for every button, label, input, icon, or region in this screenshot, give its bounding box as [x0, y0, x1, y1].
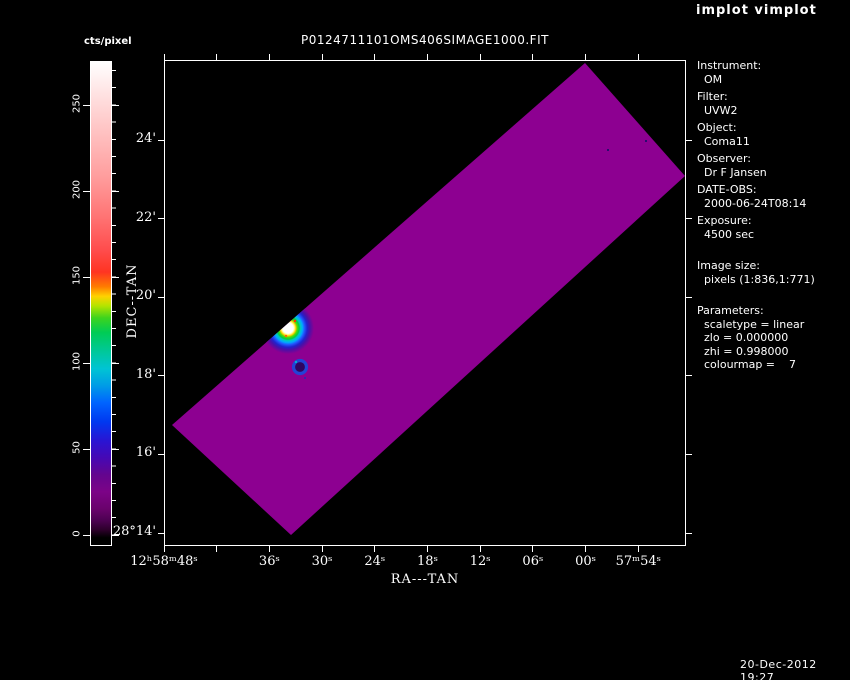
- colorbar-tick: [112, 104, 119, 106]
- y-tick: [686, 532, 692, 534]
- sky-image: [172, 63, 685, 535]
- colorbar-tick: [112, 448, 119, 450]
- x-tick: [321, 546, 323, 552]
- colorbar-tick-label: 50: [71, 441, 83, 454]
- colorbar-tick: [83, 362, 90, 364]
- noise-dot: [645, 140, 647, 142]
- y-axis-title: DEC--TAN: [125, 263, 140, 339]
- y-tick: [158, 139, 164, 141]
- x-tick: [163, 54, 165, 60]
- x-tick: [321, 54, 323, 60]
- noise-dot: [607, 149, 609, 151]
- colorbar-tick-label: 0: [71, 530, 83, 537]
- bright-source-halo: [262, 302, 314, 354]
- filter-label: Filter:: [697, 90, 728, 103]
- object-value: Coma11: [704, 134, 750, 148]
- colorbar-tick: [112, 190, 119, 192]
- exposure-value: 4500 sec: [704, 227, 755, 241]
- param-zlo: zlo = 0.000000: [704, 331, 789, 344]
- x-tick: [268, 54, 270, 60]
- y-tick-label: 22': [135, 209, 156, 225]
- y-tick-label: 24': [135, 131, 156, 146]
- param-zhi: zhi = 0.998000: [704, 344, 789, 358]
- x-tick: [479, 54, 481, 60]
- colorbar-tick-label: 200: [71, 179, 83, 200]
- source-speckle: [284, 334, 288, 338]
- x-tick: [163, 546, 165, 552]
- colorbar-tick-label: 250: [71, 93, 83, 114]
- info-panel: Instrument: OM Filter: UVW2 Object: Coma…: [697, 55, 849, 372]
- colorbar-tick: [83, 190, 90, 192]
- colorbar-unit-label: cts/pixel: [84, 36, 132, 47]
- x-tick: [374, 546, 376, 552]
- x-tick: [532, 546, 534, 552]
- x-tick: [374, 54, 376, 60]
- x-tick-label: 57ᵐ54ˢ: [615, 554, 662, 569]
- x-axis-title: RA---TAN: [390, 572, 460, 587]
- param-scaletype: scaletype = linear: [704, 317, 805, 331]
- x-tick: [637, 54, 639, 60]
- implot-window: implot vimplot P0124711101OMS406SIMAGE10…: [0, 0, 850, 680]
- y-tick: [158, 296, 164, 298]
- param-colourmap: colourmap = 7: [704, 358, 797, 371]
- instrument-value: OM: [704, 72, 723, 86]
- colorbar-tick-label: 100: [71, 351, 83, 372]
- filter-value: UVW2: [704, 103, 738, 117]
- instrument-label: Instrument:: [697, 59, 762, 72]
- colorbar-tick: [112, 276, 119, 278]
- colorbar-tick: [83, 276, 90, 278]
- y-tick: [158, 375, 164, 377]
- y-tick: [686, 453, 692, 455]
- colorbar-tick: [83, 104, 90, 106]
- app-title: implot vimplot: [696, 3, 817, 18]
- x-tick: [585, 54, 587, 60]
- exposure-label: Exposure:: [697, 214, 752, 227]
- image-footprint-band: [172, 63, 685, 535]
- x-tick: [585, 546, 587, 552]
- observer-value: Dr F Jansen: [704, 165, 767, 179]
- y-tick: [686, 218, 692, 220]
- y-tick: [158, 453, 164, 455]
- colorbar-tick: [83, 448, 90, 450]
- plot-area[interactable]: [164, 60, 686, 546]
- date-obs-label: DATE-OBS:: [697, 183, 757, 196]
- parameters-label: Parameters:: [697, 304, 764, 317]
- colorbar-tick: [112, 534, 119, 536]
- x-tick: [268, 546, 270, 552]
- colorbar-tick: [83, 534, 90, 536]
- colorbar-tick-label: 150: [71, 265, 83, 286]
- colorbar-tick: [112, 362, 119, 364]
- noise-dot: [304, 377, 306, 379]
- y-tick: [686, 375, 692, 377]
- date-obs-value: 2000-06-24T08:14: [704, 196, 807, 210]
- x-tick: [427, 54, 428, 60]
- y-tick: [686, 139, 692, 141]
- x-tick: [532, 54, 534, 60]
- image-size-value: pixels (1:836,1:771): [704, 272, 815, 286]
- x-tick: [637, 546, 639, 552]
- object-label: Object:: [697, 121, 737, 134]
- x-tick: [427, 546, 428, 552]
- timestamp: 20-Dec-2012 19:27: [740, 658, 817, 680]
- image-size-label: Image size:: [697, 259, 760, 272]
- source-speckle: [293, 319, 297, 323]
- x-tick: [216, 546, 218, 552]
- x-tick: [216, 54, 218, 60]
- plot-title: P0124711101OMS406SIMAGE1000.FIT: [301, 33, 549, 47]
- observer-label: Observer:: [697, 152, 751, 165]
- y-tick: [158, 532, 164, 534]
- source-speckle: [279, 321, 283, 325]
- y-tick: [686, 296, 692, 298]
- x-tick: [479, 546, 481, 552]
- y-tick: [158, 218, 164, 220]
- ring-artifact-highlight: [294, 360, 298, 364]
